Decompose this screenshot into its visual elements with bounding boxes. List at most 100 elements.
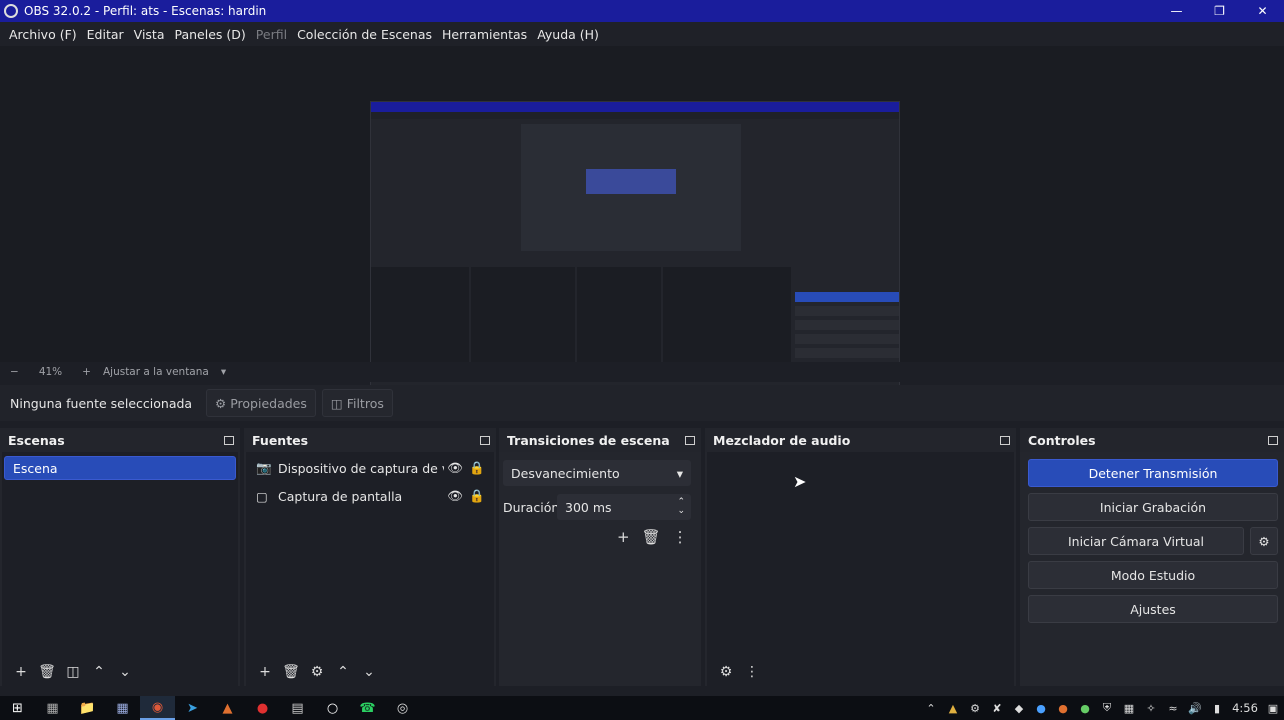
duration-value: 300 ms <box>565 499 612 515</box>
tray-app-icon[interactable]: ▲ <box>942 702 964 715</box>
menu-coleccion-escenas[interactable]: Colección de Escenas <box>292 27 437 42</box>
scene-item[interactable]: Escena <box>4 456 236 480</box>
preview-canvas[interactable] <box>370 101 900 400</box>
minimize-button[interactable]: — <box>1155 0 1198 22</box>
camera-icon: 📷 <box>256 460 272 475</box>
chrome-icon[interactable]: ◉ <box>140 696 175 720</box>
float-dock-icon[interactable] <box>1000 435 1010 445</box>
zoom-level: 41% <box>38 366 63 378</box>
telegram-icon[interactable]: ➤ <box>175 696 210 720</box>
sources-toolbar: + 🗑 ⚙ ⌃ ⌄ <box>244 658 496 686</box>
chevron-down-icon[interactable]: ▾ <box>221 366 226 378</box>
filters-button[interactable]: ◫ Filtros <box>321 389 393 417</box>
menu-ayuda[interactable]: Ayuda (H) <box>532 27 604 42</box>
start-icon[interactable]: ⊞ <box>0 696 35 720</box>
settings-button[interactable]: Ajustes <box>1028 595 1278 623</box>
add-icon[interactable]: + <box>617 528 630 546</box>
wifi-icon[interactable]: ≈ <box>1162 702 1184 715</box>
whatsapp-icon[interactable]: ☎ <box>350 696 385 720</box>
start-recording-button[interactable]: Iniciar Grabación <box>1028 493 1278 521</box>
menu-vista[interactable]: Vista <box>129 27 170 42</box>
battery-icon[interactable]: ▮ <box>1206 702 1228 715</box>
close-button[interactable]: ✕ <box>1241 0 1284 22</box>
sources-list[interactable]: 📷 Dispositivo de captura de vídeo 👁 🔒 ▢ … <box>246 452 494 686</box>
tray-app-icon[interactable]: ● <box>1074 702 1096 715</box>
tray-app-icon[interactable]: ● <box>1052 702 1074 715</box>
menu-herramientas[interactable]: Herramientas <box>437 27 532 42</box>
preview-nested-button <box>795 306 899 316</box>
sources-dock: Fuentes 📷 Dispositivo de captura de víde… <box>244 428 496 686</box>
taskbar: ⊞ ▦ 📁 ▦ ◉ ➤ ▲ ● ▤ ○ ☎ ◎ ⌃ ▲ ⚙ ✘ ◆ ● ● ● … <box>0 696 1284 720</box>
chevron-up-icon[interactable]: ⌃ <box>86 664 112 680</box>
add-icon[interactable]: + <box>252 664 278 680</box>
whatsapp-icon[interactable]: ○ <box>315 696 350 720</box>
eye-icon[interactable]: 👁 <box>444 488 466 504</box>
more-vertical-icon[interactable]: ⋮ <box>673 528 688 546</box>
float-dock-icon[interactable] <box>480 435 490 445</box>
source-toolbar: Ninguna fuente seleccionada ⚙ Propiedade… <box>0 385 1284 421</box>
tray-app-icon[interactable]: ✘ <box>986 702 1008 715</box>
duration-spinbox[interactable]: 300 ms ⌃ ⌄ <box>557 494 691 520</box>
menu-bar: Archivo (F) Editar Vista Paneles (D) Per… <box>0 22 1284 46</box>
restore-button[interactable]: ❐ <box>1198 0 1241 22</box>
menu-perfil[interactable]: Perfil <box>251 27 292 42</box>
tray-app-icon[interactable]: ✧ <box>1140 702 1162 715</box>
duration-label: Duración <box>503 500 560 515</box>
zoom-out-icon[interactable]: − <box>10 366 19 378</box>
trash-icon[interactable]: 🗑 <box>642 528 661 546</box>
transition-select[interactable]: Desvanecimiento ▾ <box>503 460 691 486</box>
folder-icon[interactable]: 📁 <box>70 696 105 720</box>
scenes-list[interactable]: Escena <box>2 452 238 686</box>
studio-mode-button[interactable]: Modo Estudio <box>1028 561 1278 589</box>
zoom-in-icon[interactable]: + <box>82 366 91 378</box>
source-item-label: Dispositivo de captura de vídeo <box>278 460 444 476</box>
float-dock-icon[interactable] <box>685 435 695 445</box>
add-icon[interactable]: + <box>8 664 34 680</box>
eye-icon[interactable]: 👁 <box>444 460 466 476</box>
volume-icon[interactable]: 🔊 <box>1184 702 1206 715</box>
menu-archivo[interactable]: Archivo (F) <box>4 27 82 42</box>
tray-app-icon[interactable]: ● <box>1030 702 1052 715</box>
terminal-icon[interactable]: ▤ <box>280 696 315 720</box>
app-icon[interactable]: ▲ <box>210 696 245 720</box>
menu-paneles[interactable]: Paneles (D) <box>170 27 251 42</box>
chevron-up-icon[interactable]: ⌃ <box>330 664 356 680</box>
more-vertical-icon[interactable]: ⋮ <box>739 664 765 680</box>
transition-select-value: Desvanecimiento <box>511 465 620 481</box>
task-view-icon[interactable]: ▦ <box>35 696 70 720</box>
float-dock-icon[interactable] <box>224 435 234 445</box>
lock-icon[interactable]: 🔒 <box>466 460 488 476</box>
chevron-down-icon[interactable]: ⌄ <box>356 664 382 680</box>
steam-icon[interactable]: ⚙ <box>964 702 986 715</box>
fit-window-label[interactable]: Ajustar a la ventana <box>103 366 209 378</box>
chevron-down-icon[interactable]: ⌄ <box>112 664 138 680</box>
trash-icon[interactable]: 🗑 <box>278 664 304 680</box>
filter-icon[interactable]: ◫ <box>60 664 86 680</box>
menu-editar[interactable]: Editar <box>82 27 129 42</box>
app-icon[interactable]: ▦ <box>105 696 140 720</box>
window-title: OBS 32.0.2 - Perfil: ats - Escenas: hard… <box>24 4 267 18</box>
tray-app-icon[interactable]: ◆ <box>1008 702 1030 715</box>
lock-icon[interactable]: 🔒 <box>466 488 488 504</box>
float-dock-icon[interactable] <box>1268 435 1278 445</box>
properties-label: Propiedades <box>230 395 307 411</box>
gear-icon[interactable]: ⚙ <box>713 664 739 680</box>
start-virtualcam-button[interactable]: Iniciar Cámara Virtual <box>1028 527 1244 555</box>
notification-icon[interactable]: ▣ <box>1262 702 1284 715</box>
mixer-toolbar: ⚙ ⋮ <box>705 658 1016 686</box>
tray-app-icon[interactable]: ▦ <box>1118 702 1140 715</box>
trash-icon[interactable]: 🗑 <box>34 664 60 680</box>
source-item[interactable]: 📷 Dispositivo de captura de vídeo 👁 🔒 <box>256 456 496 480</box>
properties-button[interactable]: ⚙ Propiedades <box>206 389 316 417</box>
record-app-icon[interactable]: ● <box>245 696 280 720</box>
clock[interactable]: 4:56 <box>1228 701 1262 715</box>
virtualcam-settings-button[interactable]: ⚙ <box>1250 527 1278 555</box>
shield-icon[interactable]: ⛨ <box>1096 701 1118 715</box>
stop-stream-button[interactable]: Detener Transmisión <box>1028 459 1278 487</box>
gear-icon[interactable]: ⚙ <box>304 664 330 680</box>
source-item[interactable]: ▢ Captura de pantalla 👁 🔒 <box>256 484 496 508</box>
obs-icon[interactable]: ◎ <box>385 696 420 720</box>
chevron-up-icon[interactable]: ⌃ <box>920 702 942 715</box>
stepper-icon[interactable]: ⌃ ⌄ <box>677 498 685 516</box>
preview-area[interactable] <box>0 46 1284 400</box>
